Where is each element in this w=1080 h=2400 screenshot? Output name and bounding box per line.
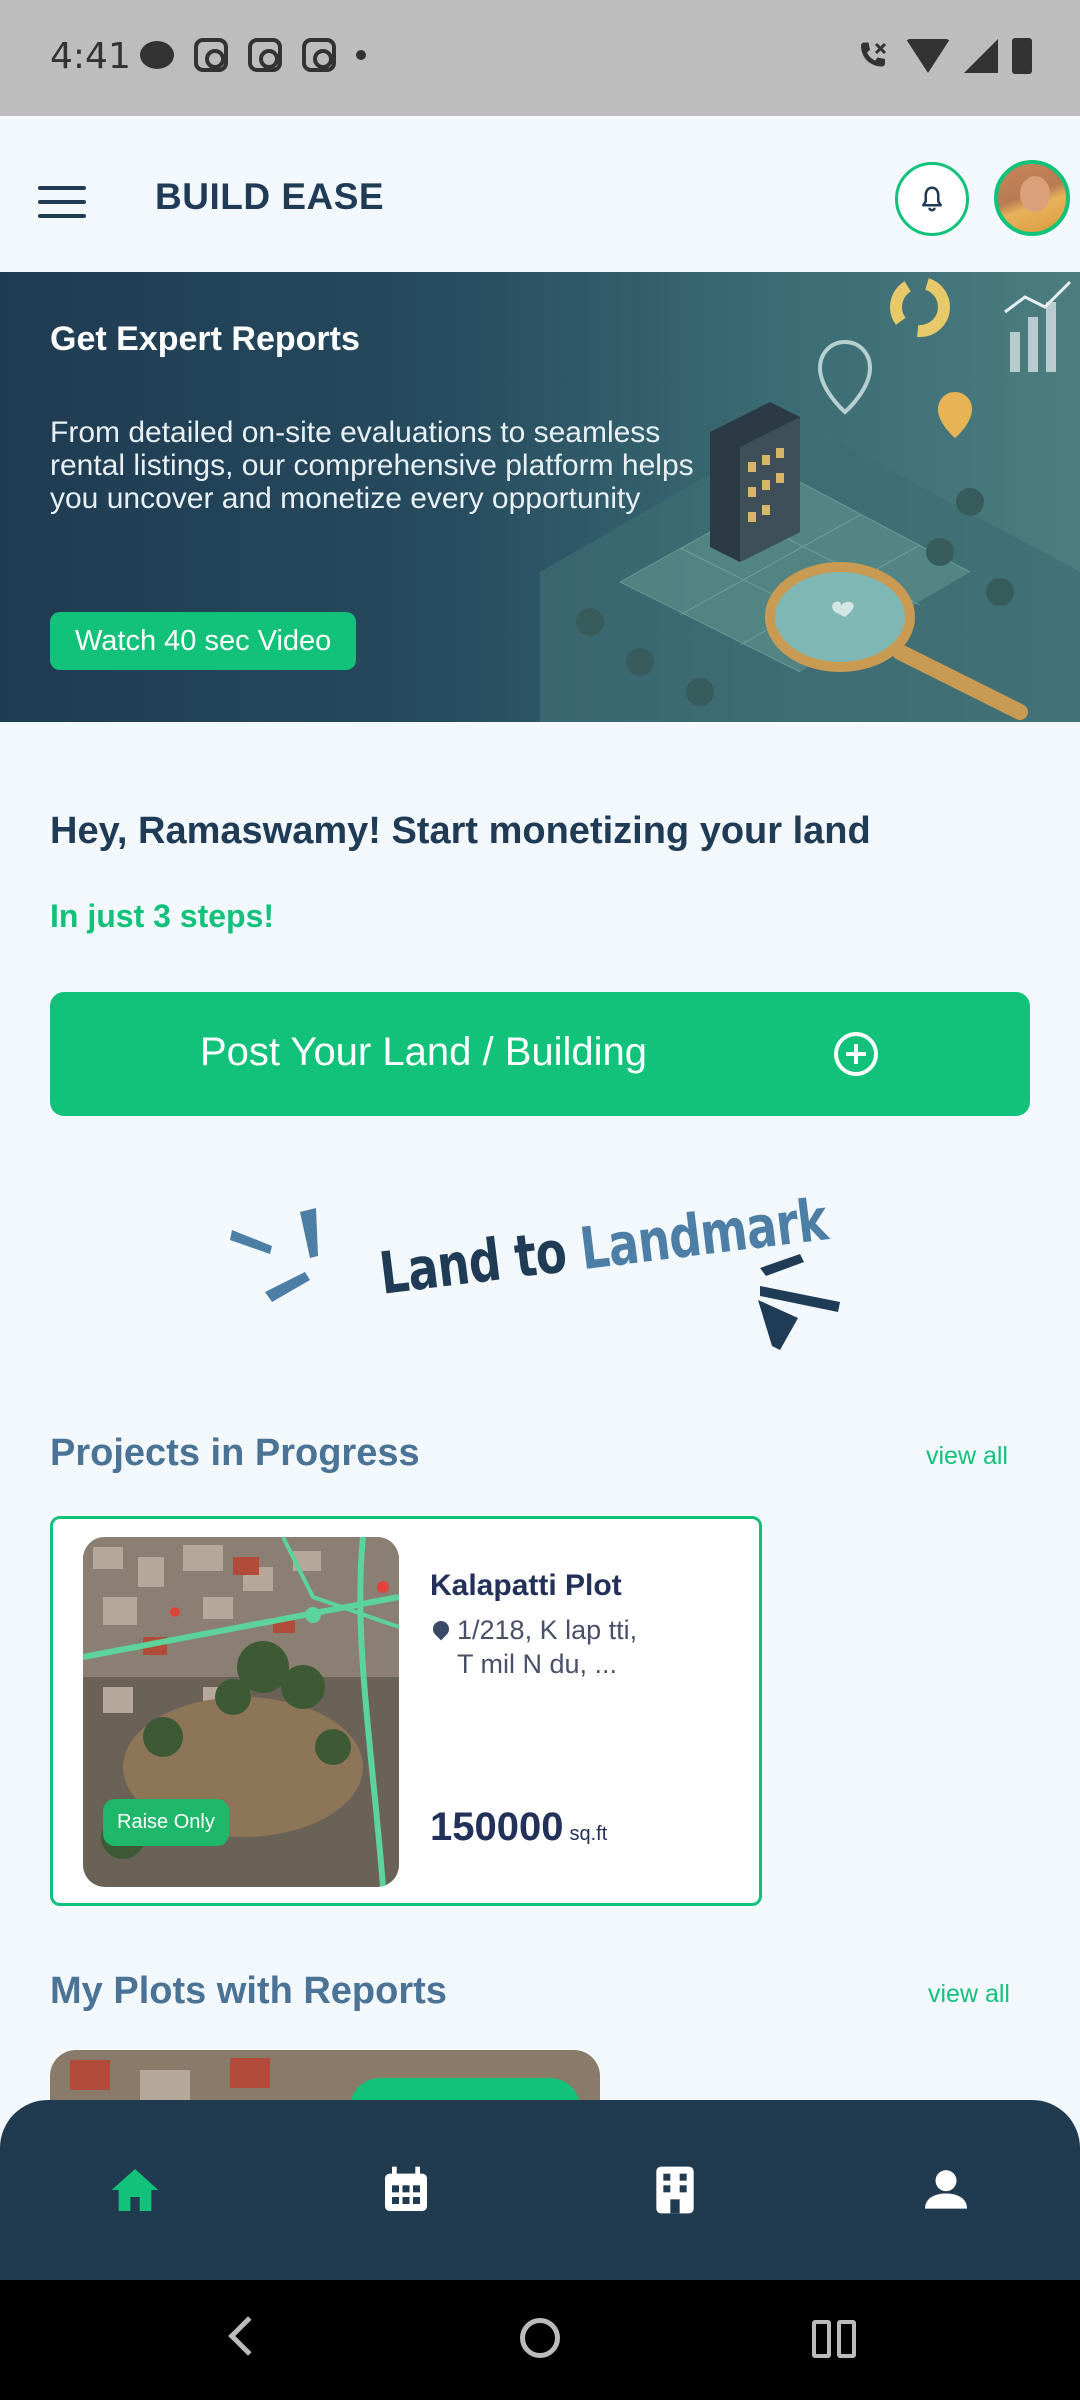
banner-description: From detailed on-site evaluations to sea… [50,416,694,515]
bottom-navigation [0,2100,1080,2280]
expert-reports-banner: Get Expert Reports From detailed on-site… [0,272,1080,722]
plot-address: 1/218, K lap tti, T mil N du, ... [457,1613,727,1681]
recent-apps-icon[interactable] [812,2320,856,2358]
battery-icon [1012,38,1032,74]
instagram-icon [302,38,336,72]
instagram-icon [194,38,228,72]
message-icon [140,41,174,69]
plot-address-line2: T mil N du, ... [457,1649,618,1679]
notification-icons [140,38,366,72]
system-navigation-bar [0,2280,1080,2400]
calendar-icon[interactable] [378,2162,434,2218]
reports-section-title: My Plots with Reports [50,1970,447,2012]
plot-size: 150000 sq.ft [430,1805,607,1850]
profile-icon[interactable] [918,2162,974,2218]
plot-size-value: 150000 [430,1805,564,1849]
system-icons [854,38,1032,74]
status-bar: 4:41 [0,0,1080,116]
status-time: 4:41 [50,36,131,77]
wifi-call-icon [861,42,887,67]
back-icon[interactable] [228,2316,268,2356]
profile-avatar[interactable] [994,160,1070,236]
tagline-logo: Land to Landmark [220,1185,860,1360]
watch-video-button[interactable]: Watch 40 sec Video [50,612,357,670]
menu-icon[interactable] [38,186,86,228]
bell-icon [922,186,942,212]
add-circle-icon [834,1032,878,1076]
plot-map-thumbnail: Raise Only [83,1537,399,1887]
plot-size-unit: sq.ft [569,1823,608,1845]
steps-subtitle: In just 3 steps! [50,898,275,934]
more-notifications-icon [356,50,366,60]
greeting-title: Hey, Ramaswamy! Start monetizing your la… [50,810,871,852]
plot-name: Kalapatti Plot [430,1569,622,1602]
app-header: BUILD EASE [0,116,1080,272]
reports-view-all-link[interactable]: view all [928,1980,1010,2009]
plot-address-line1: 1/218, K lap tti, [457,1615,638,1645]
signal-icon [964,39,998,73]
banner-title: Get Expert Reports [50,320,360,358]
projects-view-all-link[interactable]: view all [926,1442,1008,1471]
post-land-button[interactable]: Post Your Land / Building [50,992,1030,1116]
app-title: BUILD EASE [155,176,385,217]
home-icon[interactable] [107,2162,163,2218]
raise-only-badge: Raise Only [103,1799,229,1846]
notifications-button[interactable] [895,162,969,236]
post-land-label: Post Your Land / Building [200,1030,648,1074]
instagram-icon [248,38,282,72]
project-card[interactable]: Raise Only Kalapatti Plot 1/218, K lap t… [50,1516,762,1906]
buildings-icon[interactable] [647,2162,703,2218]
projects-section-title: Projects in Progress [50,1432,420,1474]
location-pin-icon [429,1617,453,1641]
wifi-icon [906,39,950,73]
home-circle-icon[interactable] [520,2318,560,2358]
